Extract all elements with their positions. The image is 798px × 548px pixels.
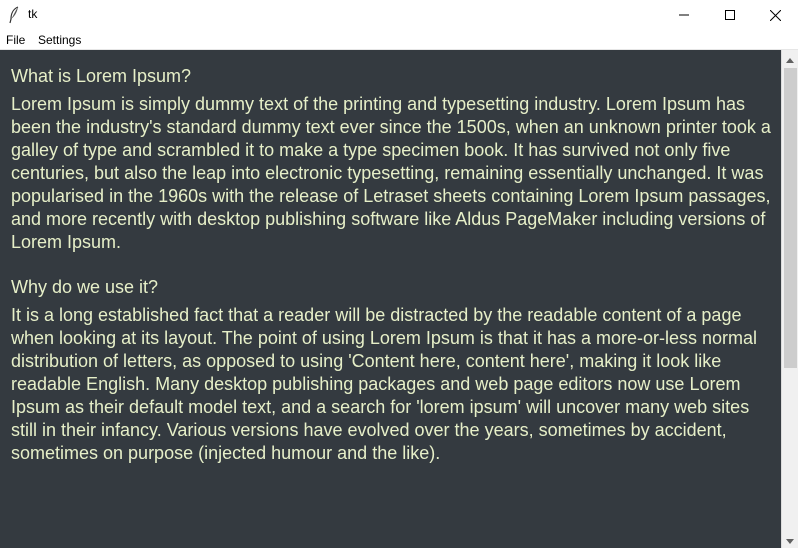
- scroll-up-arrow-icon: [786, 50, 794, 68]
- scrollbar-thumb[interactable]: [784, 68, 797, 368]
- editor-content: What is Lorem Ipsum? Lorem Ipsum is simp…: [11, 65, 776, 465]
- close-icon: [769, 9, 781, 21]
- section-body: It is a long established fact that a rea…: [11, 305, 758, 463]
- maximize-icon: [725, 10, 735, 20]
- minimize-button[interactable]: [661, 0, 707, 30]
- close-button[interactable]: [752, 0, 798, 30]
- section-heading: What is Lorem Ipsum?: [11, 66, 192, 86]
- scroll-up-button[interactable]: [782, 50, 798, 67]
- window-title: tk: [28, 7, 38, 21]
- scroll-down-arrow-icon: [786, 531, 794, 548]
- section-body: Lorem Ipsum is simply dummy text of the …: [11, 94, 771, 252]
- section-heading: Why do we use it?: [11, 277, 159, 297]
- menu-bar: File Settings: [0, 30, 798, 50]
- scroll-down-button[interactable]: [782, 531, 798, 548]
- text-editor[interactable]: What is Lorem Ipsum? Lorem Ipsum is simp…: [0, 50, 781, 548]
- title-bar[interactable]: tk: [0, 0, 798, 30]
- menu-settings[interactable]: Settings: [38, 33, 81, 47]
- minimize-icon: [679, 10, 689, 20]
- feather-icon: [8, 6, 20, 24]
- maximize-button[interactable]: [707, 0, 753, 30]
- menu-file[interactable]: File: [6, 33, 25, 47]
- vertical-scrollbar[interactable]: [781, 50, 798, 548]
